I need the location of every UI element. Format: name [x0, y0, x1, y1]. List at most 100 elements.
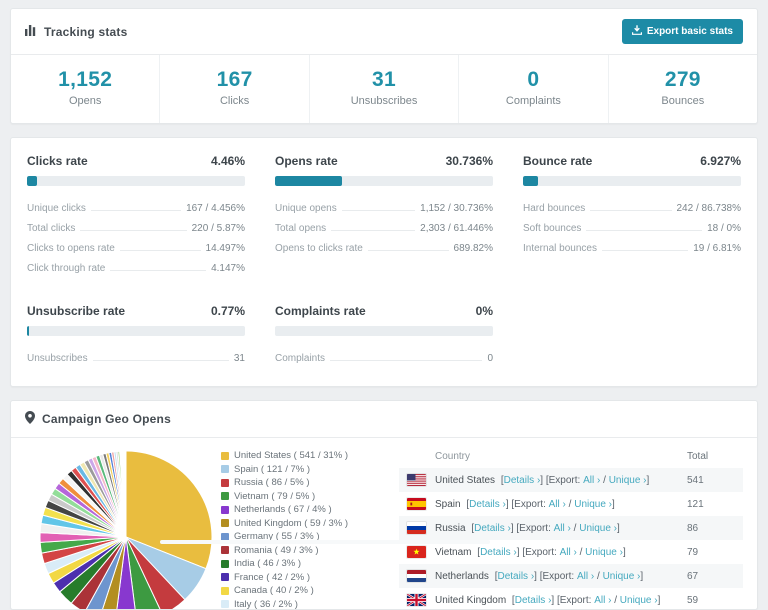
geo-title-label: Campaign Geo Opens [42, 412, 171, 426]
stat-row-value: 14.497% [205, 242, 245, 254]
horizontal-scrollbar[interactable] [160, 540, 490, 544]
export-all-link[interactable]: All › [554, 523, 571, 534]
legend-item: United States ( 541 / 31% ) [221, 450, 393, 461]
total-value: 79 [687, 546, 699, 558]
rate-title: Unsubscribe rate [27, 304, 126, 318]
progress-bar [27, 176, 245, 186]
stat-row-value: 167 / 4.456% [186, 202, 245, 214]
export-unique-link[interactable]: Unique › [574, 499, 612, 510]
legend-item: Romania ( 49 / 3% ) [221, 545, 393, 556]
map-pin-icon [25, 411, 35, 427]
rate-block: Bounce rate 6.927% Hard bounces 242 / 86… [523, 154, 741, 278]
column-header-total: Total [687, 450, 709, 462]
table-row: Russia [Details ›] [Export: All › / Uniq… [399, 516, 743, 540]
page-title-label: Tracking stats [44, 24, 128, 39]
export-button-label: Export basic stats [646, 26, 733, 37]
legend-label: Italy ( 36 / 2% ) [234, 598, 298, 610]
stat-label: Bounces [661, 95, 705, 107]
leader-line [601, 249, 689, 251]
export-all-link[interactable]: All › [577, 571, 594, 582]
country-name: United Kingdom [435, 594, 507, 606]
export-label: Export: [559, 594, 595, 606]
legend-swatch [221, 573, 229, 581]
total-value: 541 [687, 474, 704, 486]
country-name: United States [435, 474, 496, 486]
legend-item: Canada ( 40 / 2% ) [221, 585, 393, 596]
export-label: Export: [514, 498, 549, 510]
stat-row: Unique clicks 167 / 4.456% [27, 198, 245, 218]
legend-swatch [221, 600, 229, 608]
country-name: Spain [435, 498, 461, 510]
stat-row-label: Unique opens [275, 202, 337, 214]
table-row: United Kingdom [Details ›] [Export: All … [399, 588, 743, 609]
export-all-link[interactable]: All › [549, 499, 566, 510]
geo-table: Country Total United States [Details ›] … [399, 444, 743, 609]
legend-item: Vietnam ( 79 / 5% ) [221, 491, 393, 502]
legend-item: Russia ( 86 / 5% ) [221, 477, 393, 488]
stat-row-value: 0 [487, 352, 493, 364]
stat-row: Click through rate 4.147% [27, 258, 245, 278]
legend-label: Russia ( 86 / 5% ) [234, 477, 310, 488]
legend-swatch [221, 478, 229, 487]
leader-line [590, 209, 672, 211]
details-link[interactable]: Details › [504, 475, 541, 486]
export-unique-link[interactable]: Unique › [620, 595, 658, 606]
export-unique-link[interactable]: Unique › [579, 523, 617, 534]
stat-row: Unique opens 1,152 / 30.736% [275, 198, 493, 218]
details-link[interactable]: Details › [515, 595, 552, 606]
export-all-link[interactable]: All › [560, 547, 577, 558]
flag-icon-vn [407, 546, 426, 558]
legend-label: Romania ( 49 / 3% ) [234, 544, 319, 556]
stat-row-label: Unsubscribes [27, 352, 88, 364]
details-link[interactable]: Details › [474, 523, 511, 534]
leader-line [90, 209, 182, 211]
stat-value: 279 [664, 68, 701, 91]
rate-value: 30.736% [445, 154, 493, 168]
geo-body: United States ( 541 / 31% ) Spain ( 121 … [11, 438, 757, 610]
stat-row: Soft bounces 18 / 0% [523, 218, 741, 238]
stat-label: Complaints [505, 95, 561, 107]
rate-title: Bounce rate [523, 154, 593, 168]
geo-legend: United States ( 541 / 31% ) Spain ( 121 … [221, 444, 393, 610]
stat-row-value: 4.147% [211, 262, 245, 274]
legend-label: Canada ( 40 / 2% ) [234, 585, 314, 596]
leader-line [330, 359, 483, 361]
progress-bar [523, 176, 741, 186]
leader-line [586, 229, 703, 231]
details-link[interactable]: Details › [469, 499, 506, 510]
export-all-link[interactable]: All › [583, 475, 600, 486]
geo-table-header: Country Total [399, 444, 743, 468]
stat-row-value: 1,152 / 30.736% [420, 202, 493, 214]
stat-value: 0 [527, 68, 540, 91]
stat-row-label: Complaints [275, 352, 326, 364]
leader-line [331, 229, 416, 231]
summary-stat: 279 Bounces [607, 55, 757, 123]
export-unique-link[interactable]: Unique › [609, 475, 647, 486]
export-all-link[interactable]: All › [594, 595, 611, 606]
leader-line [367, 249, 449, 251]
rate-title: Opens rate [275, 154, 338, 168]
details-link[interactable]: Details › [480, 547, 517, 558]
legend-label: India ( 46 / 3% ) [234, 558, 302, 569]
legend-item: France ( 42 / 2% ) [221, 572, 393, 583]
stat-row-label: Total opens [275, 222, 327, 234]
geo-header: Campaign Geo Opens [11, 401, 757, 438]
leader-line [92, 359, 229, 361]
stat-row-value: 19 / 6.81% [693, 242, 741, 254]
stat-label: Clicks [219, 95, 250, 107]
export-unique-link[interactable]: Unique › [585, 547, 623, 558]
stat-row-value: 18 / 0% [707, 222, 741, 234]
export-basic-stats-button[interactable]: Export basic stats [621, 19, 743, 44]
legend-label: France ( 42 / 2% ) [234, 571, 311, 583]
export-unique-link[interactable]: Unique › [603, 571, 641, 582]
rate-title: Complaints rate [275, 304, 366, 318]
export-label: Export: [519, 522, 554, 534]
country-name: Netherlands [435, 570, 489, 582]
flag-icon-us [407, 474, 426, 486]
legend-swatch [221, 451, 229, 460]
details-link[interactable]: Details › [497, 571, 534, 582]
legend-label: United States ( 541 / 31% ) [234, 450, 349, 461]
summary-stat: 0 Complaints [458, 55, 607, 123]
leader-line [80, 229, 187, 231]
rate-value: 0.77% [210, 304, 245, 318]
